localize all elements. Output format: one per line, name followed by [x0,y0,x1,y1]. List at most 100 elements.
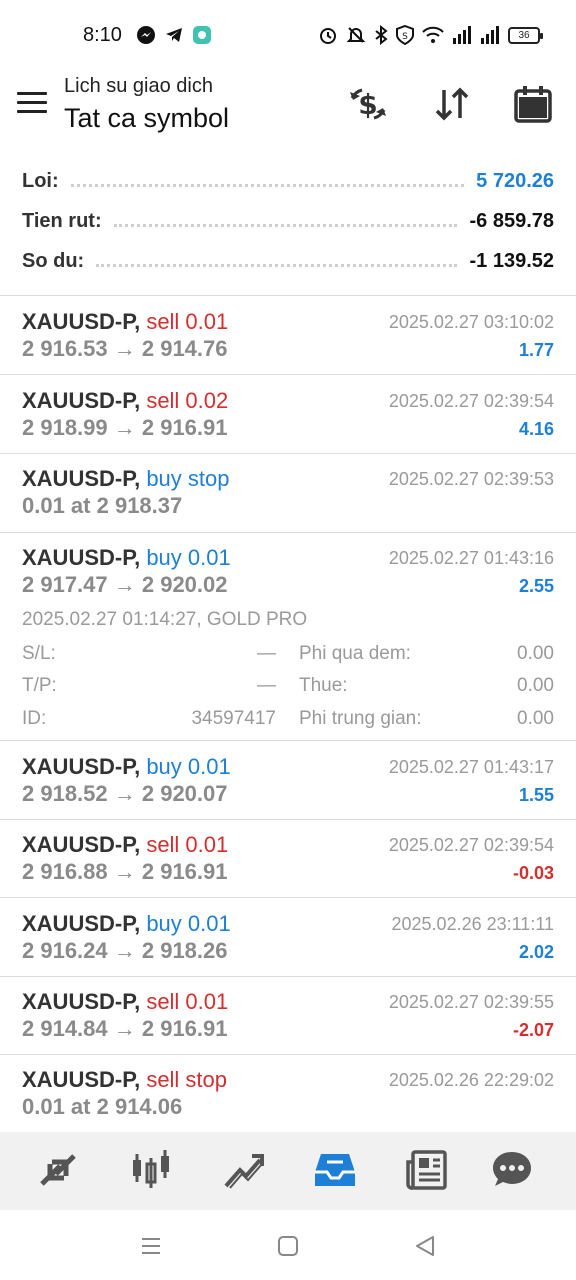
detail-value: 34597417 [191,708,276,729]
signal-icon [453,26,471,44]
toolbar-subtitle: Lich su giao dich [64,75,213,97]
quotes-icon[interactable] [34,1146,82,1194]
deal-type: sell 0.01 [146,309,229,334]
deal-type: buy 0.01 [146,754,231,779]
chat-icon[interactable] [488,1146,536,1194]
deal-symbol: XAUUSD-P, [22,754,141,779]
deal-item[interactable]: XAUUSD-P, buy 0.01 2025.02.27 01:43:17 2… [0,754,576,814]
calendar-icon[interactable] [511,82,555,126]
detail-label: Phi qua dem: [299,643,411,664]
detail-label: T/P: [22,675,57,696]
divider [0,1054,576,1055]
deal-item[interactable]: XAUUSD-P, sell 0.01 2025.02.27 02:39:54 … [0,832,576,892]
detail-row: S/L: — Phi qua dem: 0.00 [22,643,554,667]
summary-row-withdrawal: Tien rut: -6 859.78 [22,204,554,238]
home-icon[interactable] [274,1232,302,1260]
signal-icon [481,26,499,44]
summary-label: So du: [22,249,85,272]
deal-symbol: XAUUSD-P, [22,388,141,413]
deal-prices: 2 918.99 → 2 916.91 [22,415,228,440]
wifi-icon [422,26,444,43]
deal-item[interactable]: XAUUSD-P, sell 0.01 2025.02.27 02:39:55 … [0,989,576,1049]
menu-icon[interactable] [17,92,47,114]
deal-type: sell 0.01 [146,832,229,857]
deal-time: 2025.02.27 02:39:54 [388,835,554,855]
sort-icon[interactable] [430,82,474,126]
deal-symbol: XAUUSD-P, [22,832,141,857]
deal-type: sell 0.01 [146,989,229,1014]
mute-icon [346,27,366,43]
vpn-shield-icon: S [396,25,414,45]
deal-time: 2025.02.27 02:39:55 [388,992,554,1012]
summary-row-balance: So du: -1 139.52 [22,244,554,278]
deal-profit: 4.16 [518,419,554,439]
deal-type: sell 0.02 [146,388,229,413]
detail-value: 0.00 [517,643,554,664]
battery-level: 36 [518,29,530,41]
deal-type: buy 0.01 [146,911,231,936]
deal-time: 2025.02.27 02:39:53 [388,469,554,489]
deal-symbol: XAUUSD-P, [22,466,141,491]
detail-value: — [257,643,276,664]
deal-prices: 2 918.52 → 2 920.07 [22,781,228,806]
deal-time: 2025.02.26 22:29:02 [388,1070,554,1090]
history-icon[interactable] [311,1146,359,1194]
deal-symbol: XAUUSD-P, [22,309,141,334]
chart-icon[interactable] [127,1146,175,1194]
summary-value: -1 139.52 [469,249,554,272]
telegram-icon [166,28,182,42]
divider [0,374,576,375]
deal-prices: 0.01 at 2 914.06 [22,1094,183,1119]
toolbar-title[interactable]: Tat ca symbol [64,103,229,134]
detail-label: Thue: [299,675,348,696]
status-bar: 8:10 S 36 [0,0,576,70]
order-item[interactable]: XAUUSD-P, sell stop 2025.02.26 22:29:02 … [0,1067,576,1127]
deal-time: 2025.02.27 02:39:54 [388,391,554,411]
news-icon[interactable] [403,1146,451,1194]
deal-profit: 2.02 [518,942,554,962]
deal-type: sell stop [146,1067,228,1092]
deal-item[interactable]: XAUUSD-P, sell 0.02 2025.02.27 02:39:54 … [0,388,576,448]
deal-time: 2025.02.27 01:43:16 [388,548,554,568]
deal-time: 2025.02.27 03:10:02 [388,312,554,332]
trade-icon[interactable] [220,1146,268,1194]
summary-label: Tien rut: [22,209,102,232]
status-time: 8:10 [83,24,122,46]
detail-label: S/L: [22,643,56,664]
deal-symbol: XAUUSD-P, [22,911,141,936]
deal-time: 2025.02.26 23:11:11 [391,914,554,934]
detail-value: — [257,675,276,696]
deal-prices: 2 916.88 → 2 916.91 [22,859,228,884]
deal-prices: 2 916.24 → 2 918.26 [22,938,228,963]
detail-value: 0.00 [517,675,554,696]
deal-profit: 2.55 [518,576,554,596]
deal-open-info: 2025.02.27 01:14:27, GOLD PRO [22,609,308,630]
battery-icon: 36 [508,26,543,44]
detail-label: Phi trung gian: [299,708,422,729]
leader-dots [113,215,458,227]
deal-time: 2025.02.27 01:43:17 [388,757,554,777]
dollar-sync-icon[interactable]: $ [346,82,390,126]
messenger-icon [137,26,155,44]
divider [0,453,576,454]
leader-dots [96,255,458,267]
divider [0,295,576,296]
recents-icon[interactable] [137,1232,165,1260]
deal-item-expanded[interactable]: XAUUSD-P, buy 0.01 2025.02.27 01:43:16 2… [0,545,576,605]
deal-symbol: XAUUSD-P, [22,1067,141,1092]
bluetooth-icon [375,25,388,45]
app-icon [193,26,211,44]
deal-profit: -0.03 [512,863,554,883]
deal-item[interactable]: XAUUSD-P, buy 0.01 2025.02.26 23:11:11 2… [0,911,576,971]
svg-text:S: S [402,32,408,42]
deal-profit: 1.55 [518,785,554,805]
detail-row: ID: 34597417 Phi trung gian: 0.00 [22,708,554,732]
alarm-icon [320,28,336,44]
order-item[interactable]: XAUUSD-P, buy stop 2025.02.27 02:39:53 0… [0,466,576,526]
deal-type: buy 0.01 [146,545,231,570]
back-icon[interactable] [411,1232,439,1260]
toolbar: Lich su giao dich Tat ca symbol $ [0,70,576,150]
deal-item[interactable]: XAUUSD-P, sell 0.01 2025.02.27 03:10:02 … [0,309,576,369]
deal-prices: 2 914.84 → 2 916.91 [22,1016,228,1041]
detail-label: ID: [22,708,47,729]
